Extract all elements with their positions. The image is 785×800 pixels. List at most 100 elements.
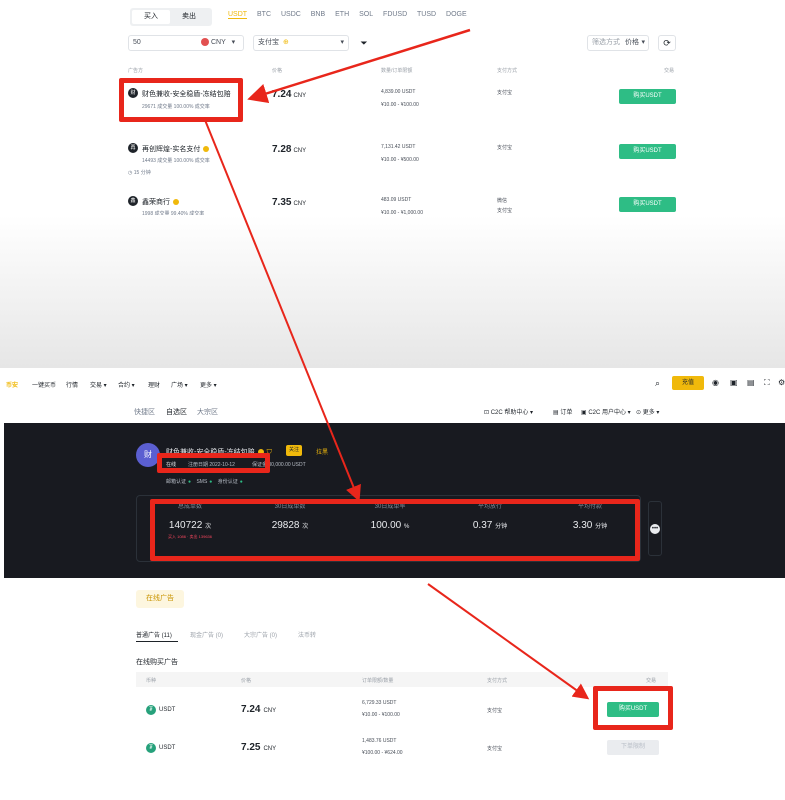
deposit-button[interactable]: 充值 [672, 376, 704, 390]
advertiser-name-text: 九九斯德商行 [142, 358, 184, 365]
buy-usdt-button[interactable]: 购买USDT [619, 303, 676, 318]
user-icon[interactable]: ◉ [712, 378, 719, 387]
price-unit: CNY [293, 93, 307, 99]
price-unit: CNY [263, 708, 277, 714]
payment-method: 支付宝 [497, 357, 513, 363]
ad-amount: 349.11 USDT [381, 356, 411, 362]
price-unit: CNY [263, 746, 277, 752]
ad-row: 再 再创辉煌-实名支付 14493 成交量 100.00% 成交率 ◷ 15 分… [0, 140, 785, 196]
price-value: 7.25 [241, 742, 261, 753]
ad-amount: 6,729.33 USDT [362, 700, 397, 706]
block-link[interactable]: 拉黑 [316, 447, 328, 456]
coin-tab-btc[interactable]: BTC [257, 11, 271, 18]
release-time: ◷ 15 分钟 [128, 170, 151, 176]
buy-usdt-button[interactable]: 购买USDT [619, 197, 676, 212]
coin-tab-bnb[interactable]: BNB [311, 11, 325, 18]
payment-method-select[interactable]: 支付宝 ⊕ ▾ [253, 35, 349, 51]
settings-icon[interactable]: ⚙ [778, 378, 785, 387]
more-icon[interactable]: ••• [650, 524, 660, 534]
top-nav: 币安 一键买币 行情 交易 ▾ 合约 ▾ 理财 广场 ▾ 更多 ▾ ⌕ 充值 ◉… [0, 368, 785, 398]
release-time: ◷ 15 分钟 [128, 276, 151, 282]
ad-price: 7.25 CNY [241, 742, 276, 753]
sort-select[interactable]: 筛选方式 价格 ▾ [587, 35, 649, 51]
sell-tab[interactable]: 卖出 [170, 10, 208, 24]
tab-block[interactable]: 大宗区 [197, 407, 218, 417]
price-value: 7.37 [272, 250, 292, 261]
more-menu[interactable]: ⊙ 更多 ▾ [636, 407, 659, 416]
verified-icon [173, 199, 179, 206]
p2p-market-panel: 买入 卖出 USDT BTC USDC BNB ETH SOL FDUSD TU… [0, 0, 785, 368]
advertiser-name[interactable]: 九九斯德商行 [142, 356, 193, 366]
nav-item-markets[interactable]: 行情 [66, 380, 78, 389]
nav-item-more[interactable]: 更多 ▾ [200, 380, 217, 389]
avatar: 再 [128, 143, 138, 153]
buy-usdt-button[interactable]: 购买USDT [619, 89, 676, 104]
coin-tab-doge[interactable]: DOGE [446, 11, 467, 18]
nav-item-futures[interactable]: 合约 ▾ [118, 380, 135, 389]
tab-fiat-transfer[interactable]: 法币转 [298, 630, 316, 639]
coin-tab-usdt[interactable]: USDT [228, 11, 248, 19]
ad-row: 财 财色兼收-安全稳盾-冻结包赔 29671 成交量 100.00% 成交率 7… [0, 84, 785, 140]
nav-item-earn[interactable]: 理财 [148, 380, 160, 389]
price-unit: CNY [293, 201, 307, 207]
header-price: 价格 [272, 68, 283, 74]
advertiser-name-text: 再创辉煌-实名支付 [142, 146, 201, 153]
ad-row: 九 九九斯德商行 7.52 CNY 349.11 USDT 支付宝 [0, 352, 785, 368]
advertiser-name-text: 币圈消防员 [142, 305, 177, 312]
nav-item-quick-buy[interactable]: 一键买币 [32, 380, 56, 389]
coin-tab-usdc[interactable]: USDC [281, 11, 301, 18]
payment-method: 支付宝 [487, 746, 503, 752]
expand-icon[interactable]: ⛶ [764, 378, 770, 388]
advertiser-name[interactable]: 再创辉煌-实名支付 [142, 144, 210, 154]
ad-price: 7.35 CNY [272, 197, 306, 208]
coin-tab-fdusd[interactable]: FDUSD [383, 11, 407, 18]
tab-p2p[interactable]: 自选区 [166, 407, 187, 417]
ad-amount: 1,483.76 USDT [362, 738, 397, 744]
advertiser-name[interactable]: 鑫荣商行 [142, 197, 179, 207]
nav-item-square[interactable]: 广场 ▾ [171, 380, 188, 389]
advertiser-name[interactable]: 汇通商会 [142, 250, 179, 260]
buy-usdt-button[interactable]: 购买USDT [619, 250, 676, 265]
payment-method: 支付宝 [487, 708, 503, 714]
tab-normal-ads[interactable]: 普通广告 (11) [136, 630, 172, 639]
coin-tab-eth[interactable]: ETH [335, 11, 349, 18]
verification-id: 身份认证 [217, 479, 238, 485]
follow-button[interactable]: 关注 [286, 445, 303, 456]
verified-icon [187, 358, 193, 365]
advertiser-name[interactable]: 币圈消防员 [142, 303, 186, 313]
search-icon[interactable]: ⌕ [655, 378, 660, 389]
usdt-icon: ₮ [146, 743, 156, 753]
sort-value: 价格 [624, 39, 639, 46]
tab-cash-ads[interactable]: 现金广告 (0) [190, 630, 223, 639]
verified-icon [173, 252, 179, 259]
tab-express[interactable]: 快捷区 [134, 407, 155, 417]
verification-sms: SMS [196, 479, 208, 485]
download-icon[interactable]: ▤ [747, 378, 755, 387]
header-price: 价格 [241, 678, 252, 684]
nav-item-trade[interactable]: 交易 ▾ [90, 380, 107, 389]
c2c-user-center[interactable]: ▣ C2C 用户中心 ▾ [581, 407, 631, 416]
wallet-icon[interactable]: ▣ [730, 378, 738, 387]
orders-link[interactable]: ▤ 订单 [553, 407, 572, 416]
price-value: 7.28 [272, 144, 292, 155]
coin-tab-sol[interactable]: SOL [359, 11, 373, 18]
buy-tab[interactable]: 买入 [132, 10, 170, 24]
filter-icon[interactable]: ⏷ [358, 37, 370, 49]
coin-tab-tusd[interactable]: TUSD [417, 11, 436, 18]
online-ads-tab[interactable]: 在线广告 [136, 590, 184, 608]
ad-price: 7.24 CNY [241, 704, 276, 715]
price-value: 7.24 [272, 89, 292, 100]
ad-limit: ¥10.00 - ¥100.00 [381, 102, 419, 108]
advertiser-stats: 1798 成交量 99.90% 成交率 [142, 317, 205, 323]
c2c-help-center[interactable]: ⊡ C2C 帮助中心 ▾ [484, 407, 533, 416]
tab-block-ads[interactable]: 大宗广告 (0) [244, 630, 277, 639]
advertiser-stats: 303 成交量 95.10% 成交率 [142, 264, 202, 270]
price-unit: CNY [293, 307, 307, 313]
logo[interactable]: 币安 [6, 380, 18, 389]
more-label: 更多 ▾ [642, 410, 660, 416]
ad-coin: USDT [159, 707, 176, 713]
ad-amount: 4,839.00 USDT [381, 89, 416, 95]
refresh-icon[interactable]: ⟳ [658, 35, 676, 51]
amount-input[interactable]: 50 CNY ▾ [128, 35, 244, 51]
buy-usdt-button[interactable]: 购买USDT [619, 144, 676, 159]
